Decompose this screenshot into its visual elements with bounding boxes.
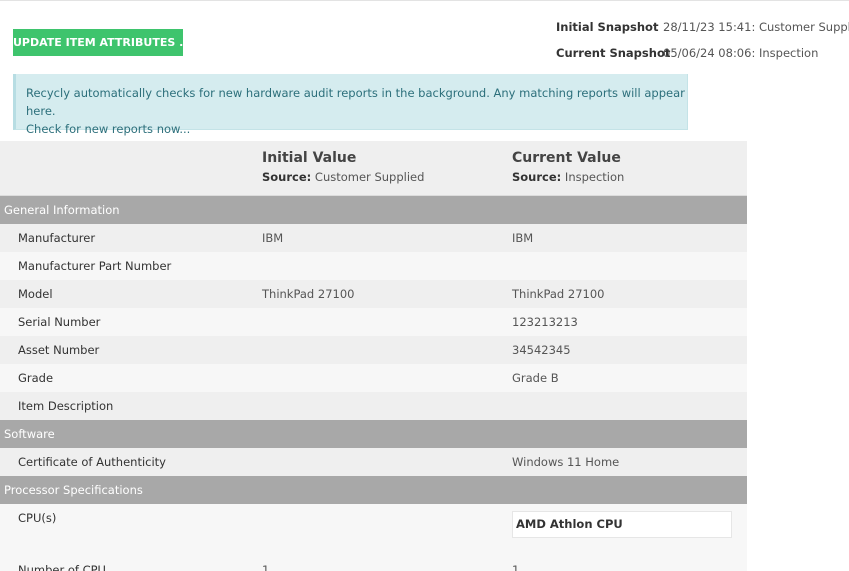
info-banner: Recycly automatically checks for new har… [13, 74, 688, 136]
table-row: Manufacturer Part Number [0, 252, 747, 280]
current-value: 34542345 [512, 343, 571, 357]
check-new-reports-link[interactable]: Check for new reports now... [26, 122, 190, 136]
cpu-value-field[interactable]: AMD Athlon CPU [512, 511, 732, 538]
initial-value-source: Source: Customer Supplied [262, 170, 425, 184]
current-value: 123213213 [512, 315, 578, 329]
initial-snapshot: Initial Snapshot 28/11/23 15:41: Customer… [556, 20, 849, 34]
row-label: Model [18, 287, 53, 301]
row-label: Manufacturer [18, 231, 96, 245]
table-row: Serial Number 123213213 [0, 308, 747, 336]
current-snapshot-value: 05/06/24 08:06: Inspection [663, 46, 819, 60]
current-value-header: Current Value Source: Inspection [512, 149, 624, 184]
section-processor-specifications: Processor Specifications [0, 476, 747, 504]
current-value: ThinkPad 27100 [512, 287, 605, 301]
current-value: Grade B [512, 371, 559, 385]
initial-value-title: Initial Value [262, 150, 357, 166]
table-row: CPU(s) AMD Athlon CPU [0, 504, 747, 556]
initial-snapshot-value: 28/11/23 15:41: Customer Supplied [663, 20, 849, 34]
section-software: Software [0, 420, 747, 448]
current-value-title: Current Value [512, 150, 621, 166]
row-label: Item Description [18, 399, 114, 413]
current-value: IBM [512, 231, 534, 245]
table-row: Certificate of Authenticity Windows 11 H… [0, 448, 747, 476]
table-row: Grade Grade B [0, 364, 747, 392]
table-row: Asset Number 34542345 [0, 336, 747, 364]
current-snapshot-label: Current Snapshot [556, 46, 671, 60]
row-label: Serial Number [18, 315, 101, 329]
row-label: Number of CPU [18, 563, 106, 571]
row-label: Manufacturer Part Number [18, 259, 172, 273]
row-label: CPU(s) [18, 511, 57, 525]
current-value-source: Source: Inspection [512, 170, 625, 184]
info-banner-text: Recycly automatically checks for new har… [26, 86, 685, 118]
attributes-table: Initial Value Source: Customer Supplied … [0, 141, 747, 571]
initial-snapshot-label: Initial Snapshot [556, 20, 659, 34]
current-value: 1 [512, 563, 520, 571]
row-label: Asset Number [18, 343, 100, 357]
update-item-attributes-button[interactable]: UPDATE ITEM ATTRIBUTES ... [13, 29, 192, 56]
current-snapshot: Current Snapshot05/06/24 08:06: Inspecti… [556, 46, 818, 60]
row-label: Grade [18, 371, 54, 385]
row-label: Certificate of Authenticity [18, 455, 166, 469]
table-row: Model ThinkPad 27100 ThinkPad 27100 [0, 280, 747, 308]
top-divider [0, 0, 849, 3]
current-value: Windows 11 Home [512, 455, 620, 469]
table-header: Initial Value Source: Customer Supplied … [0, 141, 747, 196]
table-row: Number of CPU 1 1 [0, 556, 747, 571]
initial-value: 1 [262, 563, 270, 571]
initial-value-header: Initial Value Source: Customer Supplied [262, 149, 424, 184]
initial-value: IBM [262, 231, 284, 245]
section-general-information: General Information [0, 196, 747, 224]
initial-value: ThinkPad 27100 [262, 287, 355, 301]
table-row: Manufacturer IBM IBM [0, 224, 747, 252]
table-row: Item Description [0, 392, 747, 420]
